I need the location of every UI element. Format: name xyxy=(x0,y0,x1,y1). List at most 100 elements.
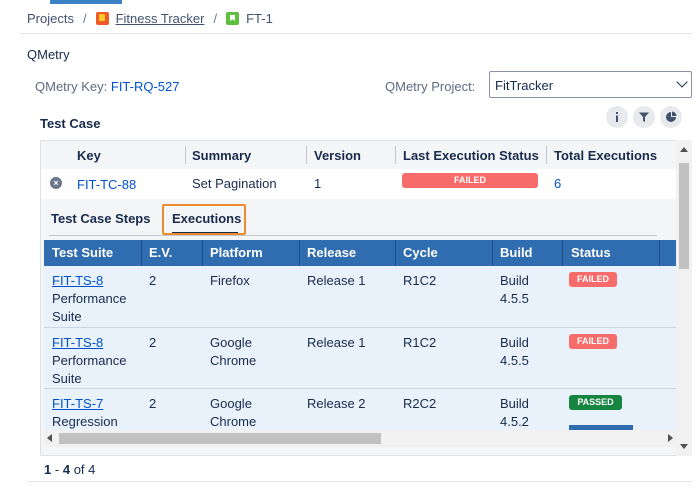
column-summary[interactable]: Summary xyxy=(192,148,251,163)
test-case-key-link[interactable]: FIT-TC-88 xyxy=(77,177,136,192)
column-status[interactable]: Status xyxy=(571,245,611,260)
column-platform[interactable]: Platform xyxy=(210,245,263,260)
scroll-left-icon[interactable] xyxy=(47,434,52,442)
column-divider xyxy=(546,146,547,164)
test-case-summary: Set Pagination xyxy=(192,176,277,191)
status-badge: PASSED xyxy=(569,395,622,410)
ev-cell: 2 xyxy=(149,396,157,411)
breadcrumb-project-link[interactable]: Fitness Tracker xyxy=(116,11,205,26)
column-ev[interactable]: E.V. xyxy=(149,245,172,260)
scroll-right-icon[interactable] xyxy=(668,434,673,442)
filter-button[interactable] xyxy=(633,106,655,128)
column-total-executions[interactable]: Total Executions xyxy=(554,148,657,163)
release-cell: Release 1 xyxy=(307,335,366,350)
chart-button[interactable] xyxy=(660,106,682,128)
test-suite-name: Performance Suite xyxy=(52,291,127,324)
info-button[interactable] xyxy=(606,106,628,128)
ev-cell: 2 xyxy=(149,273,157,288)
test-case-row[interactable]: × FIT-TC-88 Set Pagination 1 FAILED 6 xyxy=(41,169,677,199)
breadcrumb-projects[interactable]: Projects xyxy=(27,11,74,26)
status-badge: FAILED xyxy=(569,272,617,287)
range-dash: - xyxy=(54,462,60,477)
column-divider xyxy=(185,146,186,164)
platform-cell: Firefox xyxy=(210,273,250,288)
column-test-suite[interactable]: Test Suite xyxy=(52,245,113,260)
build-cell: Build 4.5.5 xyxy=(500,335,529,368)
test-suite-link[interactable]: FIT-TS-8 xyxy=(52,273,103,288)
qmetry-project-select[interactable]: FitTracker xyxy=(489,71,692,98)
qmetry-project-label: QMetry Project: xyxy=(385,79,476,94)
scroll-down-icon[interactable] xyxy=(680,444,688,449)
column-build[interactable]: Build xyxy=(500,245,533,260)
total-executions-link[interactable]: 6 xyxy=(554,176,561,191)
test-case-panel: Key Summary Version Last Execution Statu… xyxy=(40,140,692,456)
column-key[interactable]: Key xyxy=(77,148,101,163)
column-divider xyxy=(659,240,660,266)
executions-table: Test Suite E.V. Platform Release Cycle B… xyxy=(44,240,677,430)
story-icon xyxy=(226,12,240,25)
status-badge: FAILED xyxy=(569,334,617,349)
qmetry-key: QMetry Key: FIT-RQ-527 xyxy=(35,79,180,94)
breadcrumb: Projects / Fitness Tracker / FT-1 xyxy=(27,11,273,26)
column-version[interactable]: Version xyxy=(314,148,361,163)
column-last-execution-status[interactable]: Last Execution Status xyxy=(403,148,539,163)
horizontal-scrollbar[interactable] xyxy=(44,430,677,447)
project-icon xyxy=(95,12,109,25)
last-execution-status-badge: FAILED xyxy=(402,173,538,188)
qmetry-key-label: QMetry Key: xyxy=(35,79,108,94)
column-divider xyxy=(395,146,396,164)
section-title: QMetry xyxy=(27,47,70,62)
build-cell: Build 4.5.5 xyxy=(500,273,529,306)
column-divider xyxy=(562,240,563,266)
column-divider xyxy=(299,240,300,266)
table-row[interactable]: FIT-TS-8 Performance Suite 2 Firefox Rel… xyxy=(44,266,677,328)
test-case-version: 1 xyxy=(314,176,322,191)
table-row[interactable]: FIT-TS-7 Regression 2 Google Chrome Rele… xyxy=(44,389,677,430)
executions-table-header: Test Suite E.V. Platform Release Cycle B… xyxy=(44,240,677,266)
tab-test-case-steps[interactable]: Test Case Steps xyxy=(51,211,150,226)
details-panel: Test Case Steps Executions Test Suite E.… xyxy=(41,199,677,455)
range-start: 1 xyxy=(44,462,52,477)
breadcrumb-separator: / xyxy=(213,11,218,26)
breadcrumb-issue[interactable]: FT-1 xyxy=(246,11,273,26)
pie-chart-icon xyxy=(666,111,677,122)
test-suite-link[interactable]: FIT-TS-7 xyxy=(52,396,103,411)
vertical-scrollbar[interactable] xyxy=(676,140,692,456)
info-icon xyxy=(616,112,618,122)
scroll-up-icon[interactable] xyxy=(680,147,688,152)
tabs-divider xyxy=(49,235,657,236)
build-cell: Build 4.5.2 xyxy=(500,396,529,429)
range-total: of 4 xyxy=(73,462,96,477)
test-suite-cell: FIT-TS-7 Regression xyxy=(52,395,138,430)
scrollbar-thumb[interactable] xyxy=(679,163,689,269)
divider xyxy=(27,481,692,482)
column-divider xyxy=(492,240,493,266)
column-divider xyxy=(306,146,307,164)
test-case-title: Test Case xyxy=(40,116,101,131)
table-row[interactable]: FIT-TS-8 Performance Suite 2 Google Chro… xyxy=(44,328,677,389)
cycle-cell: R1C2 xyxy=(403,273,437,288)
column-divider xyxy=(141,240,142,266)
cycle-cell: R2C2 xyxy=(403,396,437,411)
top-accent-bar xyxy=(50,0,122,4)
column-divider xyxy=(395,240,396,266)
platform-cell: Google Chrome xyxy=(210,335,257,368)
chevron-down-icon xyxy=(676,76,688,88)
test-suite-name: Regression xyxy=(52,414,118,429)
test-suite-link[interactable]: FIT-TS-8 xyxy=(52,335,103,350)
divider xyxy=(20,33,692,34)
test-suite-name: Performance Suite xyxy=(52,353,127,386)
qmetry-project-value: FitTracker xyxy=(495,78,554,93)
cycle-cell: R1C2 xyxy=(403,335,437,350)
breadcrumb-separator: / xyxy=(82,11,87,26)
test-suite-cell: FIT-TS-8 Performance Suite xyxy=(52,334,138,388)
collapse-row-icon[interactable]: × xyxy=(50,177,62,189)
test-case-table-header: Key Summary Version Last Execution Statu… xyxy=(41,141,677,170)
platform-cell: Google Chrome xyxy=(210,396,257,429)
scrollbar-thumb[interactable] xyxy=(59,433,381,444)
qmetry-key-link[interactable]: FIT-RQ-527 xyxy=(111,79,180,94)
range-end: 4 xyxy=(62,462,71,477)
column-release[interactable]: Release xyxy=(307,245,356,260)
column-cycle[interactable]: Cycle xyxy=(403,245,438,260)
release-cell: Release 1 xyxy=(307,273,366,288)
